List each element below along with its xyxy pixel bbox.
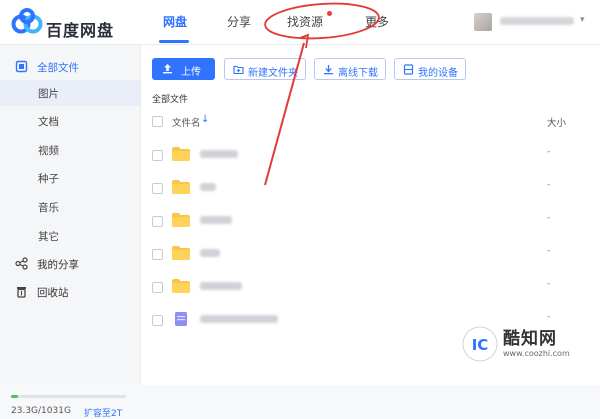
my-devices-label: 我的设备 xyxy=(418,68,458,79)
sidebar-item-label: 回收站 xyxy=(37,287,69,299)
row-checkbox[interactable] xyxy=(152,216,163,227)
app-logo[interactable]: 百度网盘 xyxy=(10,8,160,40)
table-row[interactable]: - xyxy=(141,236,600,270)
tab-netdisk[interactable]: 网盘 xyxy=(163,13,187,30)
active-tab-underline xyxy=(159,40,189,43)
select-all-checkbox[interactable] xyxy=(152,116,163,127)
upload-button[interactable]: 上传 xyxy=(152,58,215,80)
file-name-blurred[interactable] xyxy=(200,150,238,158)
share-icon xyxy=(15,257,28,270)
sidebar: 全部文件 图片 文档 视频 种子 音乐 其它 我的分享 回收站 23.3G/10… xyxy=(0,45,141,419)
new-folder-label: 新建文件夹 xyxy=(248,68,298,79)
watermark-text: 酷知网 xyxy=(503,329,557,349)
tab-find-resources[interactable]: 找资源 xyxy=(287,13,323,30)
new-folder-button[interactable]: 新建文件夹 xyxy=(224,58,306,80)
column-header-size[interactable]: 大小 xyxy=(547,115,566,129)
file-list-header: 文件名 ↓ 大小 xyxy=(141,109,600,133)
app-name: 百度网盘 xyxy=(46,21,115,40)
trash-icon xyxy=(17,287,26,298)
new-folder-icon xyxy=(233,65,244,75)
svg-text:IC: IC xyxy=(472,336,489,354)
sidebar-item-images[interactable]: 图片 xyxy=(0,80,140,106)
sidebar-item-label: 文档 xyxy=(38,116,59,128)
table-row[interactable]: - xyxy=(141,170,600,204)
file-name-blurred[interactable] xyxy=(200,249,220,257)
row-checkbox[interactable] xyxy=(152,150,163,161)
file-name-blurred[interactable] xyxy=(200,183,216,191)
files-icon xyxy=(15,60,28,73)
user-name-blurred[interactable] xyxy=(500,17,574,25)
storage-progress-fill xyxy=(11,395,18,398)
avatar[interactable] xyxy=(474,13,492,31)
watermark-url: www.coozhi.com xyxy=(503,349,570,358)
file-icon xyxy=(175,312,187,326)
sidebar-item-documents[interactable]: 文档 xyxy=(0,108,140,134)
sidebar-item-my-shares[interactable]: 我的分享 xyxy=(0,251,140,277)
file-size: - xyxy=(547,213,551,223)
file-size: - xyxy=(547,180,551,190)
row-checkbox[interactable] xyxy=(152,315,163,326)
sidebar-item-music[interactable]: 音乐 xyxy=(0,194,140,220)
sidebar-item-label: 视频 xyxy=(38,145,59,157)
sidebar-item-all-files[interactable]: 全部文件 xyxy=(0,54,140,80)
sidebar-item-videos[interactable]: 视频 xyxy=(0,137,140,163)
sidebar-item-label: 全部文件 xyxy=(37,62,79,74)
expand-storage-link[interactable]: 扩容至2T xyxy=(84,406,122,419)
file-size: - xyxy=(547,147,551,157)
chevron-down-icon[interactable]: ▾ xyxy=(580,15,585,25)
watermark: IC 酷知网 www.coozhi.com xyxy=(458,318,600,385)
folder-icon xyxy=(172,180,190,194)
table-row[interactable]: - xyxy=(141,269,600,303)
tab-more[interactable]: 更多 xyxy=(365,13,389,30)
storage-progress-bar xyxy=(11,395,126,398)
file-name-blurred[interactable] xyxy=(200,216,232,224)
folder-icon xyxy=(172,246,190,260)
sidebar-item-other[interactable]: 其它 xyxy=(0,223,140,249)
row-checkbox[interactable] xyxy=(152,282,163,293)
sidebar-item-label: 我的分享 xyxy=(37,259,79,271)
watermark-logo-icon: IC xyxy=(462,326,498,362)
sidebar-item-label: 音乐 xyxy=(38,202,59,214)
cloud-logo-icon xyxy=(11,8,43,34)
row-checkbox[interactable] xyxy=(152,183,163,194)
top-header: 百度网盘 网盘 分享 找资源 更多 ▾ xyxy=(0,0,600,45)
sidebar-item-torrents[interactable]: 种子 xyxy=(0,165,140,191)
column-header-name[interactable]: 文件名 xyxy=(172,115,201,129)
sidebar-item-label: 其它 xyxy=(38,231,59,243)
download-icon xyxy=(324,65,333,75)
offline-download-button[interactable]: 离线下载 xyxy=(314,58,386,80)
tab-share[interactable]: 分享 xyxy=(227,13,251,30)
sidebar-item-recycle-bin[interactable]: 回收站 xyxy=(0,279,140,305)
folder-icon xyxy=(172,279,190,293)
upload-icon xyxy=(163,64,172,74)
offline-download-label: 离线下载 xyxy=(338,68,378,79)
new-badge-dot xyxy=(327,11,332,16)
folder-icon xyxy=(172,147,190,161)
table-row[interactable]: - xyxy=(141,203,600,237)
file-name-blurred[interactable] xyxy=(200,282,242,290)
sort-arrow-down-icon[interactable]: ↓ xyxy=(201,114,209,125)
sidebar-item-label: 图片 xyxy=(38,88,59,100)
file-size: - xyxy=(547,279,551,289)
device-icon xyxy=(403,64,414,75)
table-row[interactable]: - xyxy=(141,137,600,171)
sidebar-item-label: 种子 xyxy=(38,173,59,185)
folder-icon xyxy=(172,213,190,227)
breadcrumb[interactable]: 全部文件 xyxy=(152,92,188,105)
file-name-blurred[interactable] xyxy=(200,315,278,323)
row-checkbox[interactable] xyxy=(152,249,163,260)
my-devices-button[interactable]: 我的设备 xyxy=(394,58,466,80)
storage-used-text: 23.3G/1031G xyxy=(11,406,71,416)
upload-label: 上传 xyxy=(181,67,201,78)
file-size: - xyxy=(547,246,551,256)
